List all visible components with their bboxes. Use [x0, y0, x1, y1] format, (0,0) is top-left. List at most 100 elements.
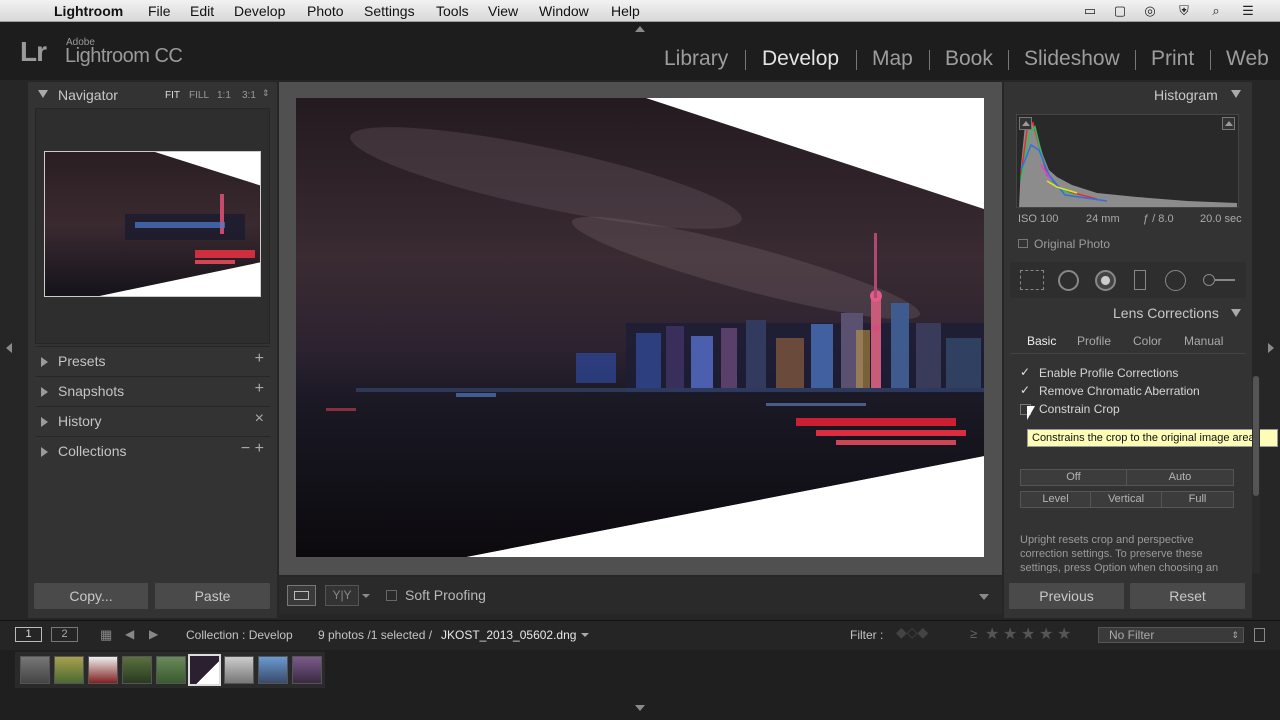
add-snapshot-icon[interactable]: + [255, 380, 264, 398]
snapshots-section[interactable]: Snapshots + [36, 376, 270, 404]
search-icon[interactable]: ⌕ [1208, 3, 1224, 18]
histogram-collapse-icon[interactable] [1231, 90, 1241, 98]
loupe-view-icon[interactable] [287, 585, 316, 606]
crop-tool-icon[interactable] [1020, 270, 1044, 290]
navigator-collapse-icon[interactable] [38, 90, 48, 98]
menu-window[interactable]: Window [539, 3, 589, 19]
histogram-graph[interactable] [1016, 114, 1239, 208]
collapse-filmstrip-icon[interactable] [635, 705, 645, 711]
menu-tools[interactable]: Tools [436, 3, 469, 19]
highlight-clipping-icon[interactable] [1222, 117, 1235, 130]
tab-basic[interactable]: Basic [1027, 334, 1056, 348]
paste-button[interactable]: Paste [155, 583, 270, 609]
menu-develop[interactable]: Develop [234, 3, 285, 19]
red-eye-icon[interactable] [1095, 270, 1116, 291]
collections-actions-icon[interactable]: − + [241, 440, 264, 458]
collapse-left-panel-icon[interactable] [6, 343, 12, 353]
star-icon[interactable]: ★ [1021, 624, 1035, 644]
filmstrip-thumbnail[interactable] [54, 656, 84, 684]
adjustment-brush-icon[interactable] [1203, 272, 1235, 288]
zoom-fill[interactable]: FILL [189, 90, 209, 101]
spot-removal-icon[interactable] [1058, 270, 1079, 291]
main-window-button[interactable]: 1 [15, 627, 42, 642]
menu-file[interactable]: File [148, 3, 171, 19]
star-icon[interactable]: ★ [1003, 624, 1017, 644]
zoom-fit[interactable]: FIT [165, 90, 180, 101]
filename-dropdown-icon[interactable] [581, 633, 589, 637]
presets-section[interactable]: Presets + [36, 346, 270, 374]
main-photo[interactable] [296, 98, 984, 557]
collapse-top-panel-icon[interactable] [635, 26, 645, 32]
module-map[interactable]: Map [872, 47, 913, 71]
display-icon[interactable]: ▢ [1112, 3, 1128, 18]
module-slideshow[interactable]: Slideshow [1024, 47, 1120, 71]
video-camera-icon[interactable]: ▭ [1082, 3, 1098, 18]
selected-filename[interactable]: JKOST_2013_05602.dng [441, 628, 576, 642]
tab-manual[interactable]: Manual [1184, 334, 1223, 348]
filmstrip-thumbnail[interactable] [122, 656, 152, 684]
filmstrip-thumbnail[interactable] [156, 656, 186, 684]
tab-color[interactable]: Color [1133, 334, 1162, 348]
history-section[interactable]: History × [36, 406, 270, 434]
filmstrip-thumbnail[interactable] [224, 656, 254, 684]
filter-preset-select[interactable]: No Filter ⇕ [1098, 627, 1244, 643]
menu-help[interactable]: Help [611, 3, 640, 19]
radial-filter-icon[interactable] [1165, 270, 1186, 291]
module-web[interactable]: Web [1226, 47, 1269, 71]
filmstrip-thumbnail[interactable] [292, 656, 322, 684]
module-print[interactable]: Print [1151, 47, 1194, 71]
menu-list-icon[interactable]: ☰ [1240, 3, 1256, 18]
menu-view[interactable]: View [488, 3, 518, 19]
view-options-dropdown-icon[interactable] [362, 594, 370, 598]
tab-profile[interactable]: Profile [1077, 334, 1111, 348]
shield-icon[interactable]: ⛨ [1176, 3, 1192, 18]
lens-corrections-collapse-icon[interactable] [1231, 309, 1241, 317]
soft-proofing-checkbox[interactable] [386, 590, 397, 601]
right-panel-scrollbar[interactable] [1252, 376, 1260, 573]
navigator-preview[interactable] [44, 151, 261, 297]
upright-vertical-button[interactable]: Vertical [1090, 491, 1162, 508]
shadow-clipping-icon[interactable] [1019, 117, 1032, 130]
reset-button[interactable]: Reset [1130, 583, 1245, 609]
star-icon[interactable]: ★ [985, 624, 999, 644]
filmstrip-thumbnail[interactable] [88, 656, 118, 684]
creative-cloud-icon[interactable]: ◎ [1142, 3, 1158, 18]
menu-edit[interactable]: Edit [190, 3, 214, 19]
before-after-icon[interactable]: Y|Y [325, 585, 359, 606]
menu-app-name[interactable]: Lightroom [54, 3, 123, 19]
upright-off-button[interactable]: Off [1020, 469, 1127, 486]
copy-button[interactable]: Copy... [34, 583, 148, 609]
previous-button[interactable]: Previous [1009, 583, 1124, 609]
filmstrip-thumbnail[interactable] [20, 656, 50, 684]
flag-filter-icons[interactable]: ◆◇◆ [896, 624, 928, 641]
rating-operator[interactable]: ≥ [970, 626, 977, 641]
menu-settings[interactable]: Settings [364, 3, 415, 19]
menu-photo[interactable]: Photo [307, 3, 344, 19]
upright-level-button[interactable]: Level [1020, 491, 1091, 508]
remove-chromatic-aberration-checkbox[interactable]: ✓ [1020, 384, 1031, 396]
collection-source[interactable]: Collection : Develop [186, 628, 293, 642]
secondary-window-button[interactable]: 2 [51, 627, 78, 642]
grid-view-icon[interactable]: ▦ [100, 628, 114, 641]
module-develop[interactable]: Develop [762, 47, 839, 71]
module-library[interactable]: Library [664, 47, 728, 71]
filter-lock-icon[interactable] [1254, 628, 1265, 642]
original-photo-checkbox[interactable] [1018, 239, 1028, 248]
filmstrip-thumbnail[interactable] [258, 656, 288, 684]
star-icon[interactable]: ★ [1039, 624, 1053, 644]
zoom-1-1[interactable]: 1:1 [217, 90, 231, 101]
add-preset-icon[interactable]: + [255, 350, 264, 368]
upright-full-button[interactable]: Full [1161, 491, 1234, 508]
toolbar-options-icon[interactable] [979, 594, 989, 600]
upright-auto-button[interactable]: Auto [1126, 469, 1234, 486]
back-arrow-icon[interactable]: ◀ [125, 627, 139, 641]
module-book[interactable]: Book [945, 47, 993, 71]
zoom-stepper-icon[interactable]: ⇕ [262, 88, 270, 99]
enable-profile-corrections-checkbox[interactable]: ✓ [1020, 366, 1031, 378]
collapse-right-panel-icon[interactable] [1268, 343, 1274, 353]
clear-history-icon[interactable]: × [255, 410, 264, 428]
filmstrip-thumbnail-selected[interactable] [188, 654, 221, 686]
forward-arrow-icon[interactable]: ▶ [149, 627, 163, 641]
zoom-3-1[interactable]: 3:1 [242, 90, 256, 101]
collections-section[interactable]: Collections − + [36, 436, 270, 464]
